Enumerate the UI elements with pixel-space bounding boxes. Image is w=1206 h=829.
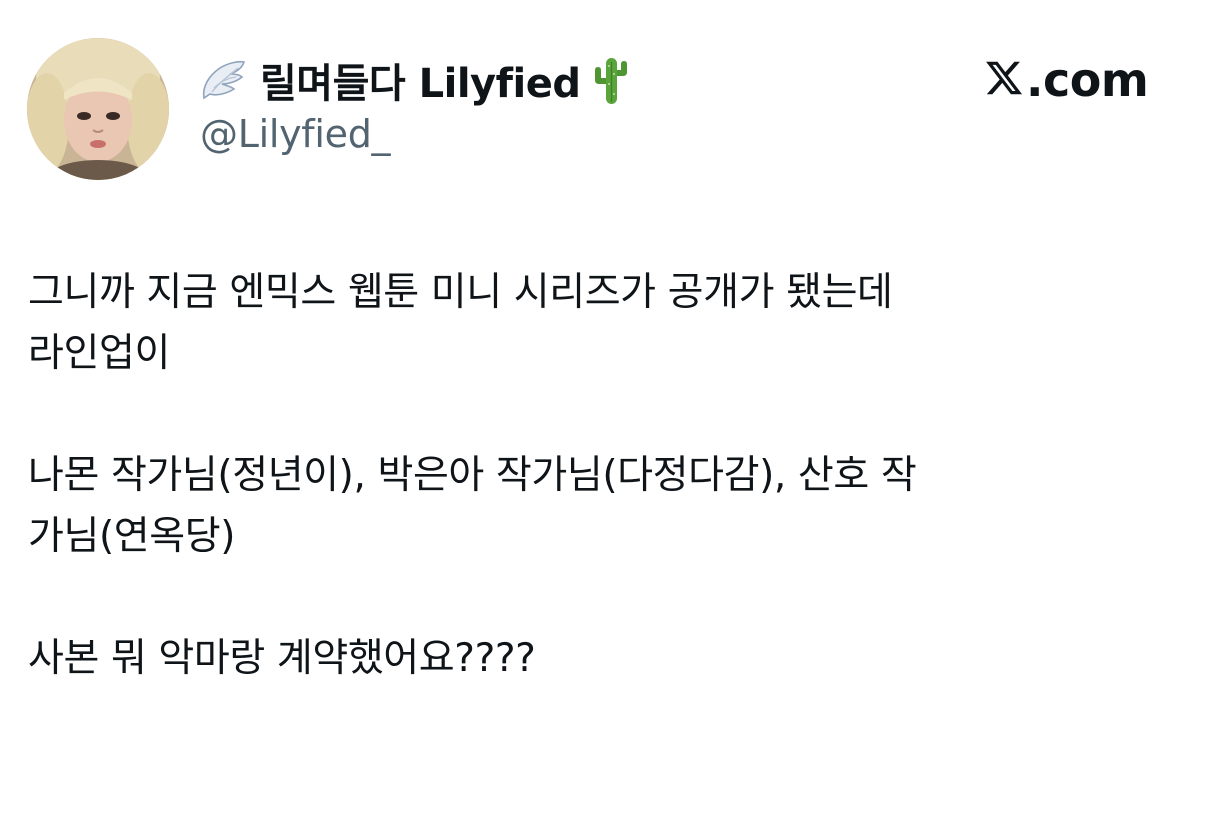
x-logo-icon: [984, 58, 1024, 102]
avatar[interactable]: [27, 38, 169, 180]
tweet-line: 사본 뭐 악마랑 계약했어요????: [28, 636, 536, 681]
x-com-label: .com: [1026, 53, 1149, 107]
tweet-text: 그니까 지금 엔믹스 웹툰 미니 시리즈가 공개가 됐는데 라인업이 나몬 작가…: [28, 262, 1188, 689]
cactus-icon: [591, 54, 631, 106]
tweet-line: 라인업이: [28, 331, 170, 376]
tweet-line: 나몬 작가님(정년이), 박은아 작가님(다정다감), 산호 작: [28, 453, 917, 498]
author-name-row: 릴며들다 Lilyfied: [200, 50, 631, 110]
x-com-brand: .com: [984, 52, 1149, 108]
tweet-line: 그니까 지금 엔믹스 웹툰 미니 시리즈가 공개가 됐는데: [28, 270, 893, 315]
angel-wing-icon: [200, 58, 246, 102]
profile-avatar-image: [27, 38, 169, 180]
tweet-line: 가님(연옥당): [28, 514, 236, 559]
author-handle[interactable]: @Lilyfied_: [200, 112, 391, 156]
author-display-name[interactable]: 릴며들다 Lilyfied: [260, 51, 581, 109]
